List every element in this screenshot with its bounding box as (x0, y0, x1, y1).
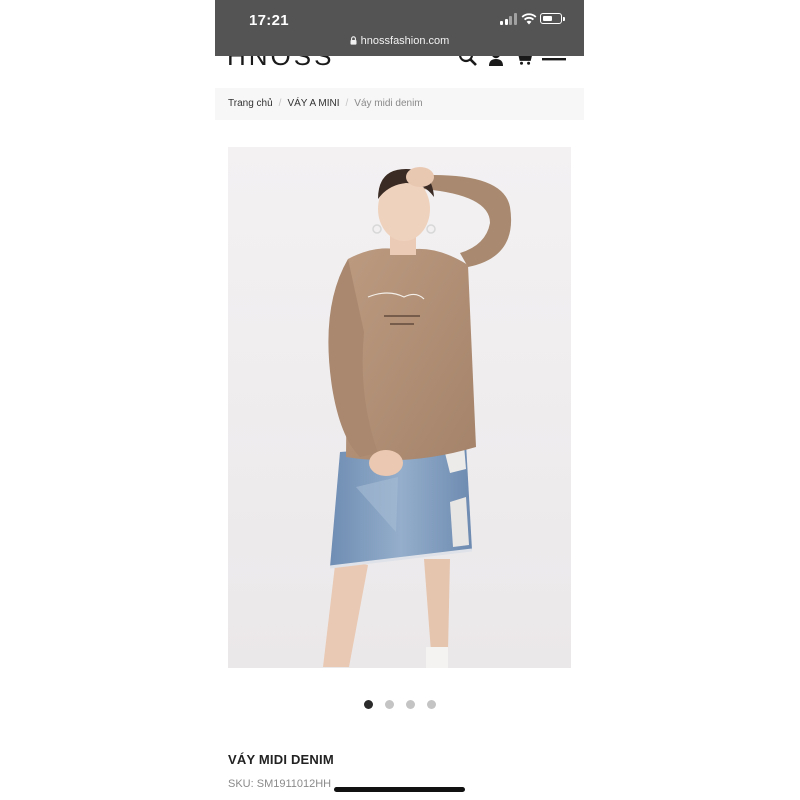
url-text: hnossfashion.com (360, 35, 450, 47)
site-logo[interactable]: HNOSS (227, 56, 334, 72)
menu-icon[interactable] (542, 56, 566, 68)
account-icon[interactable] (488, 56, 504, 66)
cart-icon[interactable] (515, 56, 533, 66)
browser-status-bar: 17:21 hnossfashion.com (215, 0, 584, 56)
phone-screen: 17:21 hnossfashion.com HNOSS Trang chủ /… (215, 0, 584, 800)
model-illustration (228, 147, 571, 668)
home-indicator[interactable] (334, 787, 465, 792)
gallery-dot[interactable] (384, 700, 394, 709)
lock-icon (350, 36, 357, 45)
gallery-dot[interactable] (426, 700, 436, 709)
product-sku: SKU: SM1911012HH (228, 778, 332, 790)
signal-icon (500, 13, 517, 25)
search-icon[interactable] (458, 56, 478, 66)
breadcrumb-category[interactable]: VÁY A MINI (287, 98, 339, 109)
breadcrumb: Trang chủ / VÁY A MINI / Váy midi denim (215, 88, 584, 120)
address-bar[interactable]: hnossfashion.com (215, 35, 584, 47)
product-title: VÁY MIDI DENIM (228, 752, 334, 767)
breadcrumb-separator: / (278, 98, 282, 109)
gallery-pagination (215, 696, 584, 714)
product-image[interactable] (228, 147, 571, 668)
battery-icon (540, 13, 565, 24)
breadcrumb-home[interactable]: Trang chủ (228, 98, 273, 109)
breadcrumb-current: Váy midi denim (354, 98, 423, 109)
breadcrumb-separator: / (345, 98, 349, 109)
gallery-dot[interactable] (363, 700, 373, 709)
status-time: 17:21 (249, 12, 289, 29)
wifi-icon (521, 13, 537, 25)
site-header: HNOSS (215, 56, 584, 86)
gallery-dot[interactable] (405, 700, 415, 709)
